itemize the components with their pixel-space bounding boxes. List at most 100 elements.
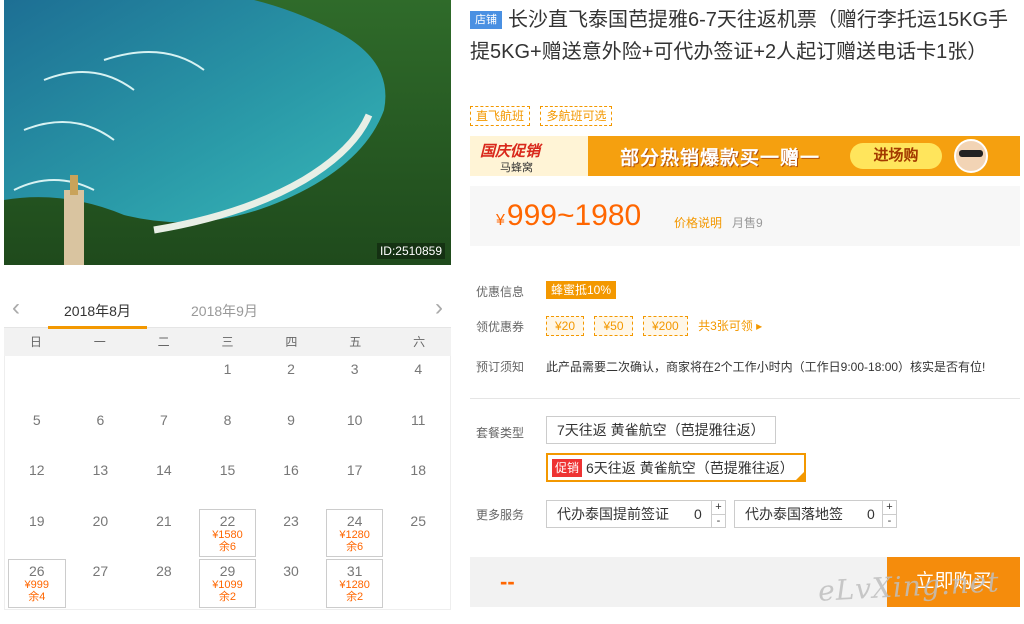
price-value: 999~1980 <box>506 199 642 232</box>
month-tab-next[interactable]: 2018年9月 <box>191 301 258 321</box>
calendar-day: 17 <box>323 457 387 508</box>
qty-minus-button[interactable]: - <box>711 514 725 527</box>
coupon-more-link[interactable]: 共3张可领 ▸ <box>698 317 762 334</box>
calendar-header: ‹ 2018年8月 2018年9月 › <box>4 292 451 329</box>
day-number: 4 <box>414 361 423 377</box>
calendar-day: 8 <box>196 407 260 458</box>
day-number: 24 <box>346 512 363 529</box>
day-number: 7 <box>160 411 168 428</box>
product-title-block: 店铺 长沙直飞泰国芭提雅6-7天往返机票（赠行李托运15KG手提5KG+赠送意外险… <box>470 4 1020 68</box>
banner-brand-block: 国庆促销 马蜂窝 <box>470 136 588 176</box>
coupon-50[interactable]: ¥50 <box>594 316 633 336</box>
day-number: 25 <box>410 512 426 529</box>
calendar-day: 3 <box>323 356 387 407</box>
calendar-day: 18 <box>386 457 450 508</box>
calendar-day[interactable]: 26 ¥999 余4 <box>8 559 66 608</box>
day-number: 9 <box>287 411 295 428</box>
day-number: 5 <box>32 411 41 428</box>
chevron-right-icon[interactable]: › <box>435 296 443 320</box>
price-row: ¥999~1980 价格说明 月售9 <box>470 186 1020 246</box>
coupon-label: 领优惠券 <box>476 320 525 334</box>
chevron-left-icon[interactable]: ‹ <box>12 296 20 320</box>
product-title: 长沙直飞泰国芭提雅6-7天往返机票（赠行李托运15KG手提5KG+赠送意外险+可… <box>470 9 1009 63</box>
calendar-day[interactable]: 22 ¥1580 余6 <box>198 508 257 557</box>
photo-id-label: ID:2510859 <box>376 243 445 259</box>
calendar-day: 2 <box>259 356 323 407</box>
qty-plus-button[interactable]: + <box>711 501 725 514</box>
qty-plus-button[interactable]: + <box>882 501 896 514</box>
notice-text: 此产品需要二次确认，商家将在2个工作小时内（工作日9:00-18:00）核实是否… <box>546 360 986 374</box>
day-price: ¥999 <box>24 579 50 591</box>
calendar-day: 21 <box>132 508 196 559</box>
service-qty[interactable]: 0 <box>867 501 875 527</box>
calendar-day: 19 <box>5 508 69 559</box>
coupon-20[interactable]: ¥20 <box>546 316 585 336</box>
day-remaining: 余2 <box>346 591 364 603</box>
calendar-day: 13 <box>69 457 133 508</box>
day-number: 28 <box>156 563 172 579</box>
calendar-empty-cell <box>69 356 133 407</box>
day-remaining: 余6 <box>218 540 237 553</box>
weekday-label: 一 <box>93 335 106 349</box>
banner-enter-button[interactable]: 进场购 <box>850 143 942 169</box>
day-number: 22 <box>219 512 236 529</box>
calendar-day: 10 <box>323 407 387 458</box>
calendar-day[interactable]: 29 ¥1099 余2 <box>198 559 257 608</box>
product-tags: 直飞航班 多航班可选 <box>470 106 618 126</box>
day-number: 14 <box>156 462 172 478</box>
day-number: 10 <box>346 411 363 428</box>
day-price: ¥1280 <box>339 579 370 591</box>
weekday-label: 四 <box>285 335 298 349</box>
calendar-day: 7 <box>132 407 196 458</box>
day-number: 29 <box>219 563 236 579</box>
banner-headline: 部分热销爆款买一赠一 <box>620 148 821 169</box>
day-number: 3 <box>350 361 359 377</box>
day-price: ¥1099 <box>212 579 243 591</box>
day-number: 12 <box>28 462 45 478</box>
calendar-day: 9 <box>259 407 323 458</box>
package-option-label: 6天往返 黄雀航空（芭提雅往返） <box>586 460 794 476</box>
coupon-list: ¥20 ¥50 ¥200 共3张可领 ▸ <box>546 316 762 336</box>
calendar-day: 30 <box>259 558 323 609</box>
promo-banner[interactable]: 国庆促销 马蜂窝 部分热销爆款买一赠一 进场购 <box>470 136 1020 176</box>
service-name: 代办泰国落地签 <box>745 506 843 522</box>
tag-multi-flight: 多航班可选 <box>540 106 613 126</box>
day-price: ¥1580 <box>212 528 243 541</box>
day-remaining: 余6 <box>346 540 364 553</box>
day-number: 13 <box>92 462 109 478</box>
calendar-empty-cell <box>132 356 196 407</box>
calendar-day: 27 <box>69 558 133 609</box>
package-option-7day[interactable]: 7天往返 黄雀航空（芭提雅往返） <box>546 416 776 444</box>
tag-direct-flight: 直飞航班 <box>470 106 531 126</box>
notice-label: 预订须知 <box>476 360 525 374</box>
beach-photo-illustration <box>4 0 451 265</box>
price-calendar: ‹ 2018年8月 2018年9月 › 日 一 二 三 四 五 六 123456… <box>4 292 451 614</box>
calendar-day: 5 <box>5 407 69 458</box>
month-tab-current[interactable]: 2018年8月 <box>64 301 131 321</box>
weekday-label: 二 <box>157 335 170 349</box>
weekday-label: 三 <box>221 335 234 349</box>
banner-brand: 国庆促销 <box>480 143 541 160</box>
package-option-6day[interactable]: 促销 6天往返 黄雀航空（芭提雅往返） <box>546 453 806 482</box>
price-explain-link[interactable]: 价格说明 <box>674 216 722 230</box>
price-range: ¥999~1980 <box>496 196 641 241</box>
total-price: -- <box>500 569 515 594</box>
discount-badge: 蜂蜜抵10% <box>546 281 617 299</box>
calendar-day: 20 <box>69 508 133 559</box>
active-month-indicator <box>48 326 147 329</box>
package-label: 套餐类型 <box>476 426 525 440</box>
discount-label: 优惠信息 <box>476 285 525 299</box>
calendar-day: 12 <box>5 457 69 508</box>
day-number: 23 <box>283 512 299 529</box>
coupon-200[interactable]: ¥200 <box>642 316 688 336</box>
calendar-empty-cell <box>5 356 69 407</box>
day-number: 19 <box>28 512 45 529</box>
day-number: 17 <box>346 462 363 478</box>
calendar-day[interactable]: 24 ¥1280 余6 <box>325 508 384 557</box>
service-qty[interactable]: 0 <box>694 501 702 527</box>
weekday-label: 五 <box>349 335 362 349</box>
calendar-day: 25 <box>386 508 450 559</box>
qty-minus-button[interactable]: - <box>882 514 896 527</box>
banner-sub: 马蜂窝 <box>500 162 533 174</box>
calendar-day[interactable]: 31 ¥1280 余2 <box>325 559 384 608</box>
